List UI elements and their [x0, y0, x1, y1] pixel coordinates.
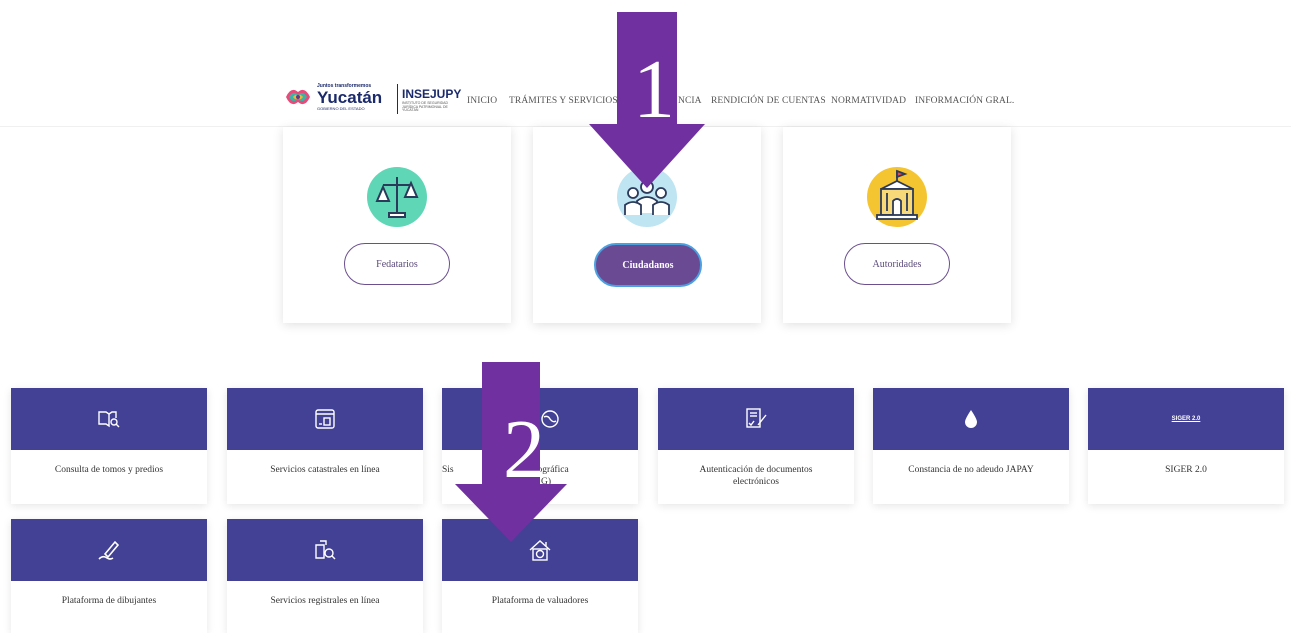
ciudadanos-button[interactable]: Ciudadanos: [594, 243, 702, 287]
fedatarios-button[interactable]: Fedatarios: [344, 243, 450, 285]
annotation-number-1: 1: [633, 43, 675, 136]
service-label: Servicios registrales en línea: [270, 596, 380, 606]
nav-rendicion[interactable]: RENDICIÓN DE CUENTAS: [711, 96, 826, 106]
service-tile-japay[interactable]: Constancia de no adeudo JAPAY: [873, 388, 1069, 504]
nav-normatividad[interactable]: NORMATIVIDAD: [831, 96, 906, 106]
org-subtitle: INSTITUTO DE SEGURIDAD JURÍDICA PATRIMON…: [402, 101, 449, 112]
service-label: Constancia de no adeudo JAPAY: [908, 465, 1034, 475]
insejupy-logo[interactable]: INSEJUPY INSTITUTO DE SEGURIDAD JURÍDICA…: [402, 88, 461, 113]
online-document-icon: [227, 388, 423, 450]
service-label: Plataforma de dibujantes: [61, 596, 157, 606]
book-search-icon: [11, 388, 207, 450]
annotation-arrow-1: 1: [589, 12, 705, 188]
service-label: Servicios catastrales en línea: [270, 465, 380, 475]
pencil-icon: [11, 519, 207, 581]
yucatan-emblem-icon: [286, 89, 310, 105]
logo-divider: [397, 84, 398, 114]
siger-logo-icon: SIGER 2.0: [1088, 388, 1284, 450]
registry-search-icon: [227, 519, 423, 581]
service-label: SIGER 2.0: [1165, 465, 1207, 475]
government-building-icon: [867, 167, 927, 227]
service-tile-catastrales[interactable]: Servicios catastrales en línea: [227, 388, 423, 504]
service-tile-siger[interactable]: SIGER 2.0 SIGER 2.0: [1088, 388, 1284, 504]
signed-document-icon: [658, 388, 854, 450]
logo-subtitle: GOBIERNO DEL ESTADO: [317, 105, 365, 111]
org-name: INSEJUPY: [402, 87, 462, 101]
annotation-arrow-2: 2: [455, 362, 567, 542]
profile-card-fedatarios: Fedatarios: [283, 127, 511, 323]
nav-informacion[interactable]: INFORMACIÓN GRAL.: [915, 96, 1014, 106]
logo-name: Yucatán: [317, 87, 383, 107]
service-label: Plataforma de valuadores: [491, 596, 589, 606]
service-label: Sis: [442, 465, 454, 475]
yucatan-logo[interactable]: Juntos transformemos Yucatán GOBIERNO DE…: [283, 82, 382, 112]
scales-icon: [367, 167, 427, 227]
annotation-number-2: 2: [503, 403, 545, 496]
profile-card-autoridades: Autoridades: [783, 127, 1011, 323]
siger-logo-text: SIGER 2.0: [1171, 416, 1201, 422]
service-label: Autenticación de documentos electrónicos: [699, 465, 813, 488]
service-tile-autenticacion[interactable]: Autenticación de documentos electrónicos: [658, 388, 854, 504]
service-tile-consulta[interactable]: Consulta de tomos y predios: [11, 388, 207, 504]
service-tile-dibujantes[interactable]: Plataforma de dibujantes: [11, 519, 207, 633]
autoridades-button[interactable]: Autoridades: [844, 243, 950, 285]
service-label: Consulta de tomos y predios: [54, 465, 164, 475]
nav-inicio[interactable]: INICIO: [467, 96, 497, 106]
service-tile-registrales[interactable]: Servicios registrales en línea: [227, 519, 423, 633]
water-drop-icon: [873, 388, 1069, 450]
